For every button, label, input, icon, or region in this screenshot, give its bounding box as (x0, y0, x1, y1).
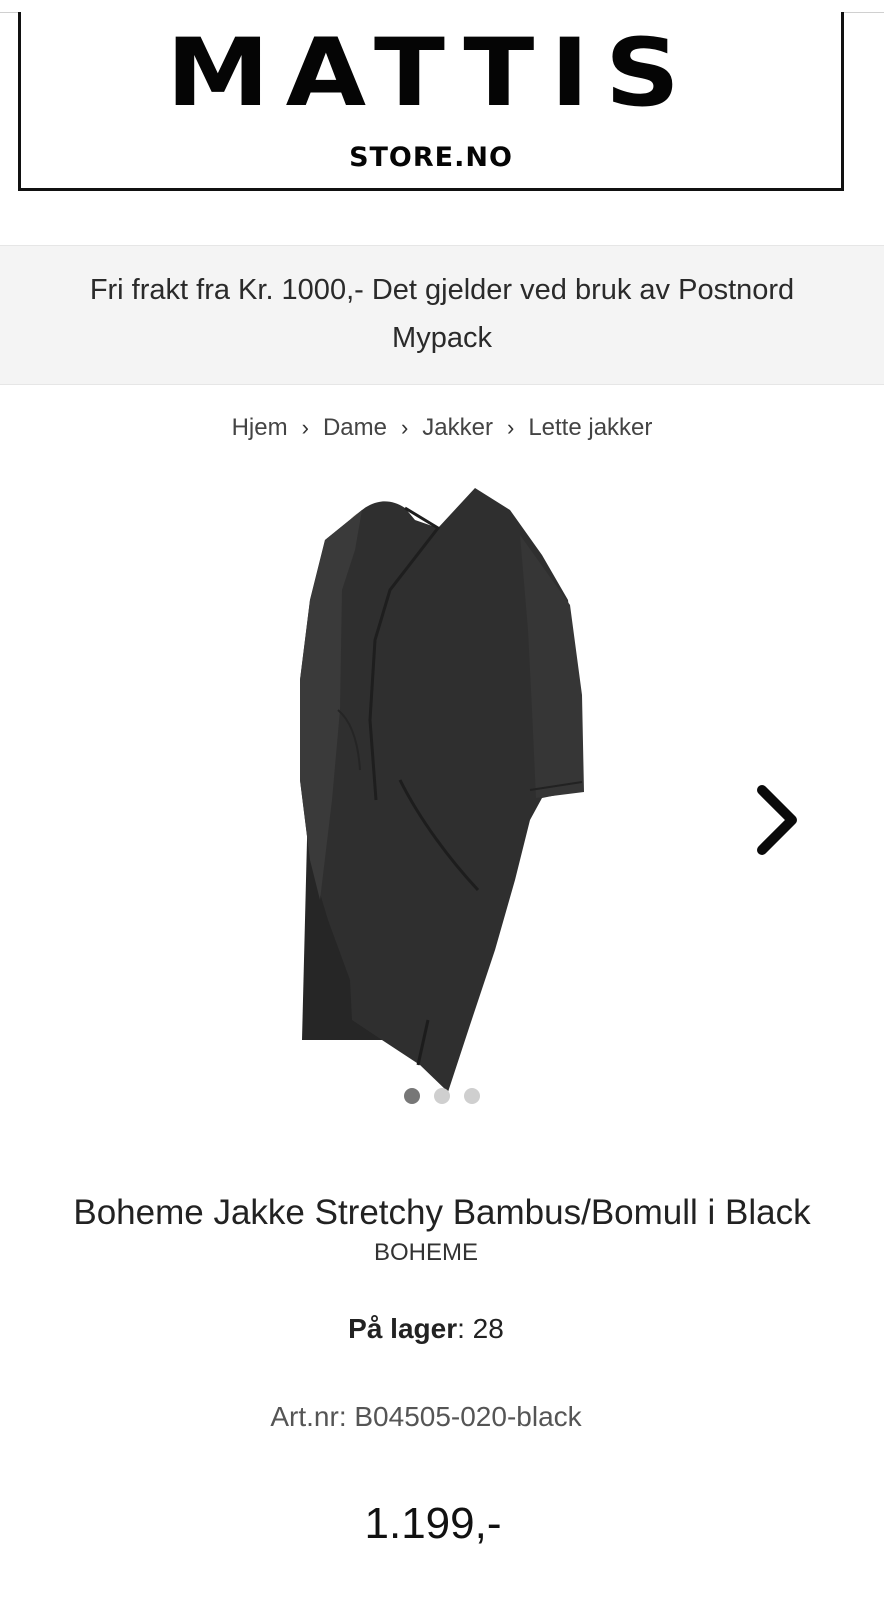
gallery-dot-1[interactable] (404, 1087, 420, 1104)
product-brand[interactable]: BOHEME (0, 1236, 852, 1270)
breadcrumb-item-hjem[interactable]: Hjem (232, 414, 288, 441)
breadcrumb-item-jakker[interactable]: Jakker (422, 414, 493, 441)
gallery-dot-3[interactable] (464, 1087, 480, 1104)
gallery-dot-2[interactable] (434, 1087, 450, 1104)
chevron-right-icon (757, 785, 797, 855)
gallery-next-button[interactable] (748, 782, 804, 858)
stock-value: 28 (472, 1313, 504, 1344)
breadcrumb-item-lette-jakker[interactable]: Lette jakker (528, 414, 652, 441)
site-logo[interactable]: MATTIS STORE.NO (18, 12, 844, 191)
logo-domain: STORE.NO (349, 142, 513, 173)
promo-text: Fri frakt fra Kr. 1000,- Det gjelder ved… (89, 274, 795, 354)
product-image[interactable] (280, 480, 610, 1100)
chevron-right-icon: › (506, 415, 515, 440)
logo-wordmark: MATTIS (166, 17, 696, 128)
breadcrumb-item-dame[interactable]: Dame (323, 414, 387, 441)
stock-separator: : (457, 1313, 473, 1344)
product-price: 1.199,- (364, 1499, 502, 1548)
article-number: Art.nr: B04505-020-black (270, 1401, 582, 1432)
chevron-right-icon: › (400, 415, 409, 440)
chevron-right-icon: › (301, 415, 309, 440)
breadcrumb: Hjem › Dame › Jakker › Lette jakker (0, 410, 884, 446)
stock-status: På lager: 28 (0, 1310, 852, 1348)
shipping-promo-banner: Fri frakt fra Kr. 1000,- Det gjelder ved… (0, 245, 884, 385)
product-title: Boheme Jakke Stretchy Bambus/Bomull i Bl… (73, 1193, 811, 1232)
stock-label: På lager (348, 1313, 458, 1344)
gallery-pagination (0, 1087, 884, 1105)
